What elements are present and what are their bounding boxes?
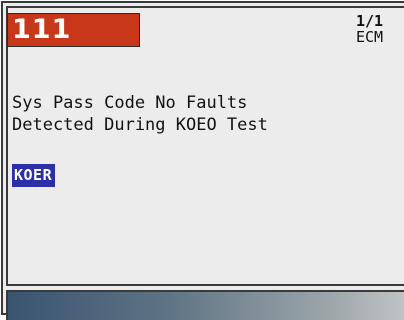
menu-item-koer[interactable]: KOER (12, 164, 56, 187)
trouble-code-header: 111 (7, 13, 140, 47)
main-panel (6, 6, 404, 286)
module-label: ECM (356, 28, 384, 46)
scan-tool-screen: 111 1/1 ECM Sys Pass Code No Faults Dete… (0, 0, 404, 320)
description-line-1: Sys Pass Code No Faults (12, 93, 248, 113)
code-description: Sys Pass Code No Faults Detected During … (12, 92, 268, 136)
description-line-2: Detected During KOEO Test (12, 115, 268, 135)
softkey-bar (6, 290, 404, 320)
